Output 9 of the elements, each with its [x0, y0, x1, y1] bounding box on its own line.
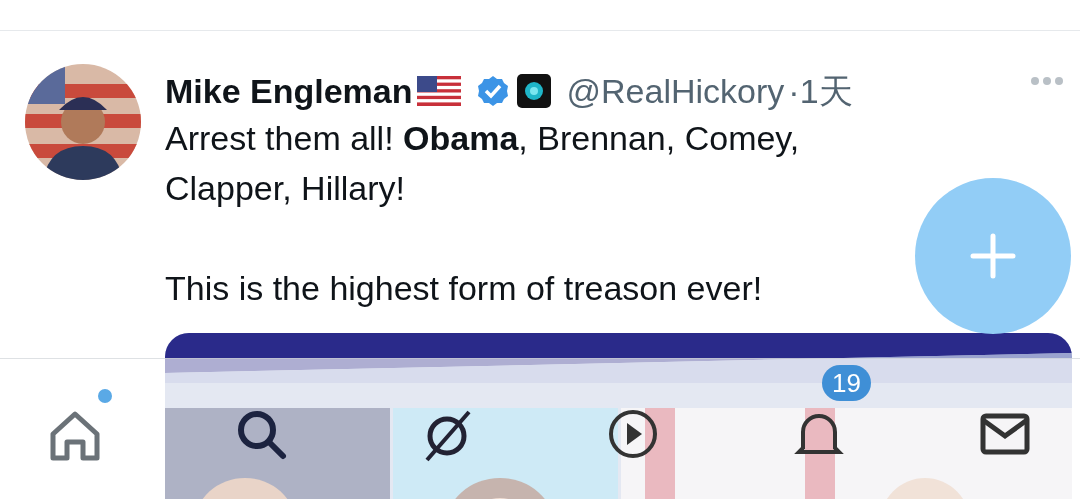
affiliate-badge-icon — [516, 74, 551, 108]
tweet-text: Arrest them all! Obama, Brennan, Comey, Clapper, Hillary! — [165, 118, 801, 209]
author-handle[interactable]: @RealHickory — [566, 69, 785, 113]
post-time: 1天 — [799, 71, 853, 112]
separator: · — [788, 71, 800, 112]
author-name[interactable]: Mike Engleman — [165, 69, 413, 113]
flag-icon — [416, 76, 461, 106]
plus-icon — [969, 232, 1017, 280]
tweet-text: This is the highest form of treason ever! — [165, 268, 764, 309]
